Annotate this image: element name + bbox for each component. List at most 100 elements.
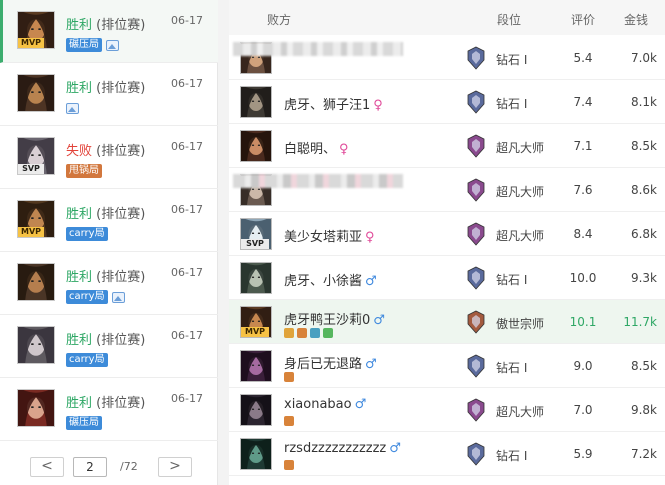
champion-avatar: SVP [240, 218, 272, 250]
player-gold: 8.6k [630, 183, 657, 197]
match-tag: 碾压局 [66, 416, 102, 430]
match-tags: carry局 [66, 290, 125, 304]
match-item[interactable]: 胜利 (排位赛) 06-17 [0, 63, 218, 126]
player-row[interactable]: xiaonabao ♂ 超凡大师 7.0 9.8k [229, 388, 665, 432]
player-gold: 9.3k [630, 271, 657, 285]
champion-avatar [17, 74, 55, 112]
image-icon[interactable] [106, 40, 119, 51]
gender-icon: ♂ [365, 357, 377, 372]
player-gold: 8.5k [630, 139, 657, 153]
rank-header: 段位 [497, 13, 522, 27]
player-row[interactable]: 虎牙、小徐酱 ♂ 钻石 I 10.0 9.3k [229, 256, 665, 300]
player-name[interactable]: 身后已无退路 ♂ [284, 353, 377, 372]
player-name[interactable]: 虎牙、小徐酱 ♂ [284, 270, 377, 289]
match-tag: 碾压局 [66, 38, 102, 52]
player-score: 9.0 [573, 359, 593, 373]
player-row[interactable]: 超凡大师 7.6 8.6k [229, 168, 665, 212]
rank-emblem-icon [467, 178, 485, 202]
match-tags: carry局 [66, 227, 108, 241]
champion-avatar: MVP [240, 306, 272, 338]
player-score: 10.0 [569, 271, 597, 285]
image-icon[interactable] [111, 292, 125, 303]
player-name[interactable]: 白聪明、 ♀ [284, 138, 349, 157]
player-row[interactable]: SVP 美少女塔莉亚 ♀ 超凡大师 8.4 6.8k [229, 212, 665, 256]
player-row[interactable]: 身后已无退路 ♂ 钻石 I 9.0 8.5k [229, 344, 665, 388]
player-table: 败方 段位 评价 金钱 钻石 I 5.4 7.0k 虎牙、狮子汪1 ♀ 钻石 I 7.4 8.… [229, 0, 665, 485]
champion-avatar [240, 394, 272, 426]
svp-badge: SVP [241, 239, 269, 249]
match-result: 胜利 [66, 396, 93, 411]
achievement-icon [310, 328, 320, 338]
achievement-icon [284, 460, 294, 470]
prev-page-button[interactable]: < [30, 457, 64, 477]
champion-avatar [17, 263, 55, 301]
player-name[interactable]: 美少女塔莉亚 ♀ [284, 226, 375, 245]
match-date: 06-17 [171, 266, 203, 279]
match-item[interactable]: 胜利 (排位赛) 06-17 碾压局 [0, 378, 218, 441]
match-item[interactable]: 胜利 (排位赛) 06-17 carry局 [0, 252, 218, 315]
player-gold: 9.8k [630, 403, 657, 417]
match-title: 胜利 (排位赛) [66, 392, 145, 411]
next-page-button[interactable]: > [158, 457, 192, 477]
player-gold: 11.7k [623, 315, 657, 329]
champion-avatar: MVP [17, 11, 55, 49]
achievement-icon [284, 416, 294, 426]
player-rank: 钻石 I [496, 97, 528, 111]
player-rank: 钻石 I [496, 449, 528, 463]
gender-icon: ♂ [373, 313, 385, 328]
achievement-icon [297, 328, 307, 338]
player-name[interactable]: xiaonabao ♂ [284, 397, 366, 412]
match-mode: (排位赛) [96, 207, 146, 222]
achievement-icon [284, 328, 294, 338]
player-gold: 6.8k [630, 227, 657, 241]
image-icon[interactable] [66, 103, 79, 114]
match-title: 胜利 (排位赛) [66, 77, 145, 96]
player-name-text: 虎牙、小徐酱 [284, 274, 363, 289]
player-achievements [284, 460, 294, 471]
match-item[interactable]: 胜利 (排位赛) 06-17 carry局 [0, 315, 218, 378]
gender-icon: ♂ [354, 397, 367, 412]
match-item[interactable]: SVP 失败 (排位赛) 06-17 甩锅局 [0, 126, 218, 189]
rank-emblem-icon [467, 222, 485, 246]
match-date: 06-17 [171, 392, 203, 405]
player-row[interactable]: rzsdzzzzzzzzzzz ♂ 钻石 I 5.9 7.2k [229, 432, 665, 476]
player-name-redacted [229, 36, 459, 80]
player-name[interactable]: 虎牙、狮子汪1 ♀ [284, 94, 383, 113]
rank-emblem-icon [467, 442, 485, 466]
player-name-text: xiaonabao [284, 397, 352, 412]
match-date: 06-17 [171, 14, 203, 27]
match-tag: carry局 [66, 290, 108, 304]
champion-avatar [240, 86, 272, 118]
mvp-badge: MVP [18, 38, 44, 48]
match-mode: (排位赛) [96, 396, 146, 411]
match-title: 失败 (排位赛) [66, 140, 145, 159]
player-name-text: 身后已无退路 [284, 357, 363, 372]
gender-icon: ♂ [365, 274, 377, 289]
match-item[interactable]: MVP 胜利 (排位赛) 06-17 carry局 [0, 189, 218, 252]
player-row[interactable]: 钻石 I 5.4 7.0k [229, 36, 665, 80]
match-title: 胜利 (排位赛) [66, 266, 145, 285]
match-date: 06-17 [171, 203, 203, 216]
player-name[interactable]: rzsdzzzzzzzzzzz ♂ [284, 441, 401, 456]
match-title: 胜利 (排位赛) [66, 329, 145, 348]
rank-emblem-icon [467, 46, 485, 70]
player-row[interactable]: 白聪明、 ♀ 超凡大师 7.1 8.5k [229, 124, 665, 168]
match-result: 失败 [66, 144, 93, 159]
rank-emblem-icon [467, 134, 485, 158]
match-item[interactable]: MVP 胜利 (排位赛) 06-17 碾压局 [0, 0, 218, 63]
match-mode: (排位赛) [96, 144, 146, 159]
player-name[interactable]: 虎牙鸭王沙莉0 ♂ [284, 309, 385, 328]
champion-avatar [240, 350, 272, 382]
player-score: 7.6 [573, 183, 593, 197]
player-name-text: rzsdzzzzzzzzzzz [284, 441, 387, 456]
player-row[interactable]: 虎牙、狮子汪1 ♀ 钻石 I 7.4 8.1k [229, 80, 665, 124]
score-header: 评价 [571, 13, 596, 27]
champion-avatar [17, 389, 55, 427]
match-tag: carry局 [66, 353, 108, 367]
match-mode: (排位赛) [96, 81, 146, 96]
player-row[interactable]: MVP 虎牙鸭王沙莉0 ♂ 傲世宗师 10.1 11.7k [229, 300, 665, 344]
player-achievements [284, 372, 294, 383]
match-tags: 碾压局 [66, 416, 102, 430]
match-tags: 甩锅局 [66, 164, 102, 178]
page-number-input[interactable] [73, 457, 107, 477]
